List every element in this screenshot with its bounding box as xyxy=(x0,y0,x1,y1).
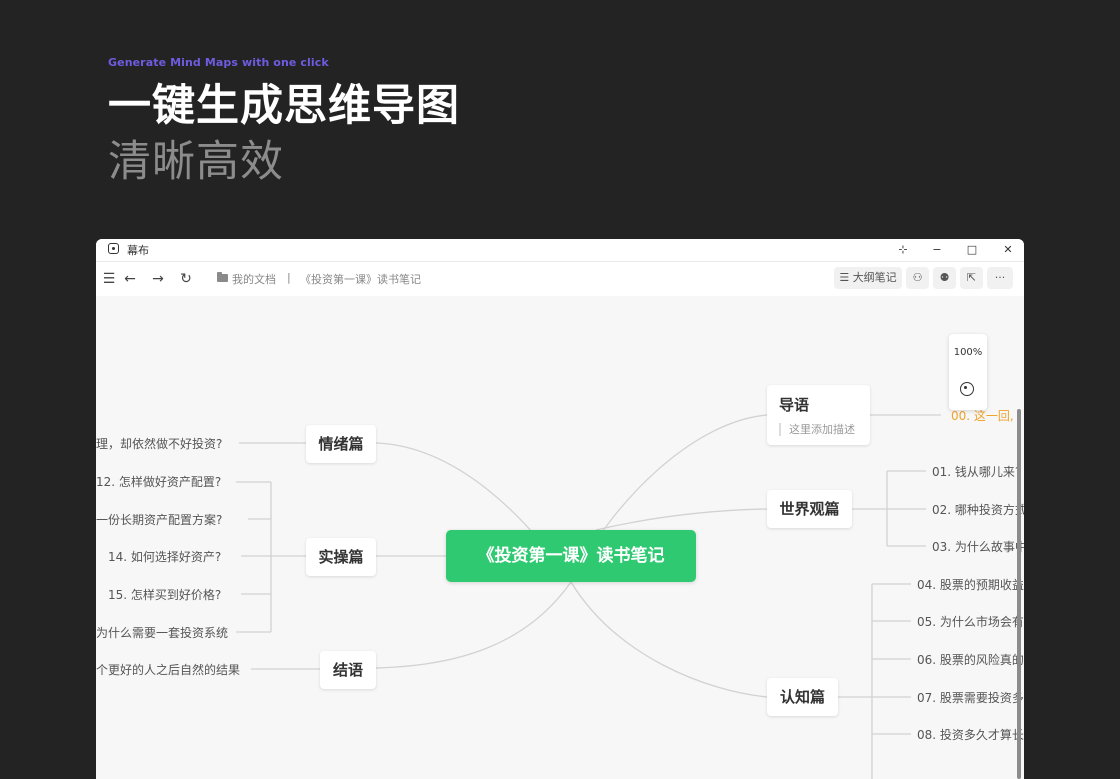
export-icon[interactable]: ⇱ xyxy=(960,267,983,289)
leaf-practice-1[interactable]: 12. 怎样做好资产配置? xyxy=(96,473,221,490)
leaf-cognition-1[interactable]: 04. 股票的预期收益 xyxy=(917,576,1024,593)
leaf-practice-3[interactable]: 14. 如何选择好资产? xyxy=(108,548,221,565)
breadcrumb-separator: | xyxy=(287,271,291,284)
breadcrumb-root[interactable]: 我的文档 xyxy=(232,271,276,287)
menu-icon[interactable]: ☰ xyxy=(99,269,119,289)
zoom-panel: 100% xyxy=(949,334,987,410)
leaf-conclusion-1[interactable]: 个更好的人之后自然的结果 xyxy=(96,661,240,678)
node-practice[interactable]: 实操篇 xyxy=(306,538,376,576)
list-icon: ☰ xyxy=(839,271,850,284)
node-emotion[interactable]: 情绪篇 xyxy=(306,425,376,463)
toolbar: ☰ ← → ↻ 我的文档 | 《投资第一课》读书笔记 ☰ 大纲笔记 ⚇ ⚉ ⇱ … xyxy=(96,262,1024,296)
outline-label: 大纲笔记 xyxy=(852,271,897,284)
node-worldview[interactable]: 世界观篇 xyxy=(767,490,852,528)
more-icon[interactable]: ··· xyxy=(987,267,1013,289)
app-window: 幕布 ⊹ − □ ✕ ☰ ← → ↻ 我的文档 | 《投资第一课》读书笔记 ☰ … xyxy=(96,239,1024,779)
title-bar: 幕布 ⊹ − □ ✕ xyxy=(96,239,1024,262)
vertical-scrollbar[interactable] xyxy=(1017,409,1021,779)
forward-icon[interactable]: → xyxy=(148,269,168,289)
collaborate-icon[interactable]: ⚉ xyxy=(933,267,956,289)
app-logo-icon xyxy=(108,243,119,254)
leaf-worldview-3[interactable]: 03. 为什么故事中 xyxy=(932,538,1024,555)
breadcrumb-doc[interactable]: 《投资第一课》读书笔记 xyxy=(300,271,421,287)
close-button[interactable]: ✕ xyxy=(998,240,1018,260)
hero-title: 一键生成思维导图 xyxy=(108,81,460,131)
leaf-practice-4[interactable]: 15. 怎样买到好价格? xyxy=(108,586,221,603)
leaf-practice-2[interactable]: 一份长期资产配置方案? xyxy=(96,511,222,528)
folder-icon xyxy=(217,272,228,282)
leaf-cognition-3[interactable]: 06. 股票的风险真的 xyxy=(917,651,1024,668)
app-name: 幕布 xyxy=(127,244,149,257)
share-icon[interactable]: ⚇ xyxy=(906,267,929,289)
minimize-button[interactable]: − xyxy=(927,240,947,260)
node-cognition[interactable]: 认知篇 xyxy=(767,678,838,716)
back-icon[interactable]: ← xyxy=(120,269,140,289)
mindmap-canvas[interactable]: 《投资第一课》读书笔记 情绪篇 实操篇 结语 理，却依然做不好投资? 12. 怎… xyxy=(96,296,1024,779)
pin-icon[interactable]: ⊹ xyxy=(893,240,913,260)
node-intro[interactable]: 导语 这里添加描述 xyxy=(767,385,870,445)
node-intro-desc[interactable]: 这里添加描述 xyxy=(779,423,855,436)
outline-notes-button[interactable]: ☰ 大纲笔记 xyxy=(834,267,902,289)
palette-icon[interactable] xyxy=(960,382,974,396)
leaf-cognition-2[interactable]: 05. 为什么市场会有 xyxy=(917,613,1024,630)
leaf-cognition-4[interactable]: 07. 股票需要投资多 xyxy=(917,689,1024,706)
root-node[interactable]: 《投资第一课》读书笔记 xyxy=(446,530,696,582)
leaf-worldview-2[interactable]: 02. 哪种投资方式 xyxy=(932,501,1024,518)
node-conclusion[interactable]: 结语 xyxy=(320,651,376,689)
leaf-cognition-5[interactable]: 08. 投资多久才算长 xyxy=(917,726,1024,743)
leaf-worldview-1[interactable]: 01. 钱从哪儿来? xyxy=(932,463,1021,480)
node-intro-title: 导语 xyxy=(779,396,810,414)
leaf-practice-5[interactable]: 为什么需要一套投资系统 xyxy=(96,624,228,641)
hero-subtitle: 清晰高效 xyxy=(108,137,284,187)
leaf-emotion-1[interactable]: 理，却依然做不好投资? xyxy=(96,435,222,452)
maximize-button[interactable]: □ xyxy=(962,240,982,260)
hero-kicker: Generate Mind Maps with one click xyxy=(108,56,329,69)
refresh-icon[interactable]: ↻ xyxy=(176,269,196,289)
zoom-level[interactable]: 100% xyxy=(949,347,987,358)
